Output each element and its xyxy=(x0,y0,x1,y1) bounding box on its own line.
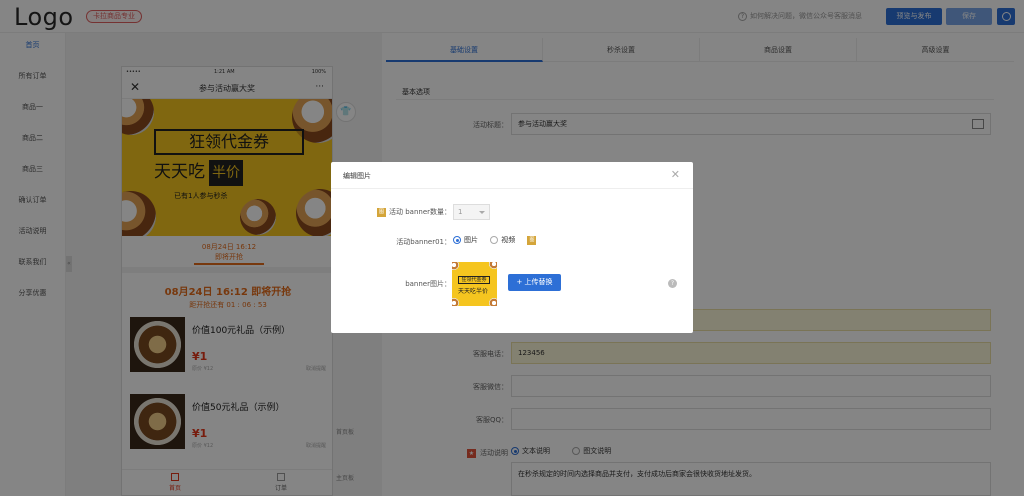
chevron-down-icon xyxy=(479,211,485,214)
banner-count-label: 图活动 banner数量： xyxy=(376,207,451,217)
help-icon[interactable]: ? xyxy=(668,279,677,288)
edit-image-modal: 编辑图片 ✕ 图活动 banner数量： 1 活动banner01： 图片 视频… xyxy=(331,162,693,333)
modal-title: 编辑图片 xyxy=(343,172,371,180)
banner-type-radios: 图片 视频 图 xyxy=(453,235,537,245)
radio-image[interactable]: 图片 xyxy=(453,236,478,244)
banner-thumbnail: 狂领代金券 天天吃半价 xyxy=(452,262,497,306)
tag-icon: 图 xyxy=(376,207,386,217)
upload-replace-button[interactable]: + 上传替换 xyxy=(508,274,561,291)
radio-video[interactable]: 视频 xyxy=(490,236,515,244)
modal-header: 编辑图片 ✕ xyxy=(331,162,693,189)
banner01-label: 活动banner01： xyxy=(396,238,451,246)
banner-count-select[interactable]: 1 xyxy=(453,204,490,220)
close-icon[interactable]: ✕ xyxy=(671,168,680,181)
banner-image-label: banner图片： xyxy=(405,280,451,288)
tag-icon: 图 xyxy=(527,235,537,245)
